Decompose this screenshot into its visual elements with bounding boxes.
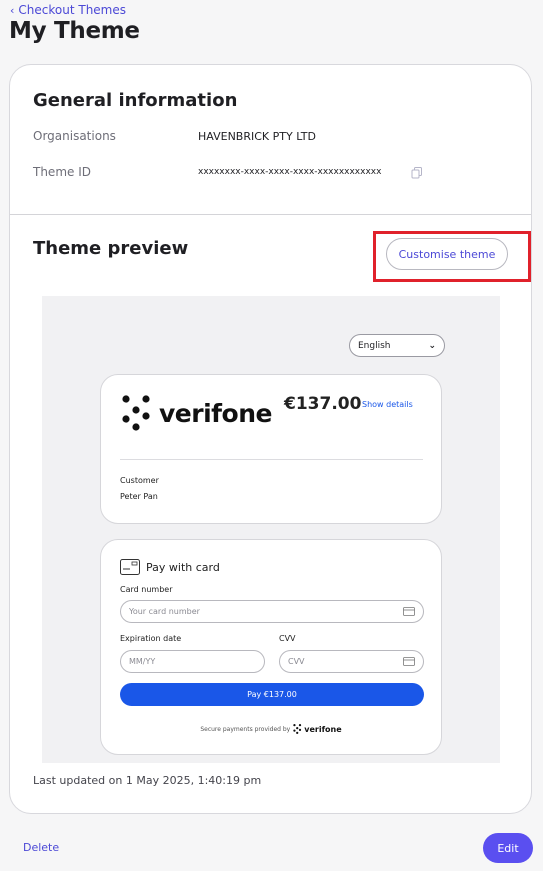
theme-details-card: General information Organisations HAVENB… <box>9 64 532 814</box>
customer-label: Customer <box>120 476 159 485</box>
theme-id-label: Theme ID <box>33 165 91 179</box>
order-amount: €137.00 <box>284 394 362 414</box>
back-to-checkout-themes-link[interactable]: ‹ Checkout Themes <box>10 3 126 17</box>
customer-name: Peter Pan <box>120 492 158 501</box>
theme-preview-heading: Theme preview <box>33 238 189 259</box>
organisations-value: HAVENBRICK PTY LTD <box>198 130 316 143</box>
pay-with-card-header: Pay with card <box>120 559 220 575</box>
language-select[interactable]: English ⌄ <box>349 334 445 357</box>
cvv-placeholder: CVV <box>288 657 305 666</box>
cvv-label: CVV <box>279 634 296 643</box>
order-summary-card: verifone €137.00 Show details Customer P… <box>100 374 442 524</box>
delete-button[interactable]: Delete <box>23 841 59 854</box>
general-information-heading: General information <box>33 90 238 111</box>
card-number-input[interactable]: Your card number <box>120 600 424 623</box>
last-updated-text: Last updated on 1 May 2025, 1:40:19 pm <box>33 774 262 787</box>
expiration-date-label: Expiration date <box>120 634 182 643</box>
expiration-date-input[interactable]: MM/YY <box>120 650 265 673</box>
payment-card: Pay with card Card number Your card numb… <box>100 539 442 755</box>
secure-payments-footer: Secure payments provided by verifone <box>101 724 441 734</box>
organisations-label: Organisations <box>33 129 116 143</box>
customise-theme-button[interactable]: Customise theme <box>386 238 508 270</box>
cvv-input[interactable]: CVV <box>279 650 424 673</box>
show-details-link[interactable]: Show details <box>362 400 413 409</box>
verifone-mark-icon <box>122 395 150 431</box>
theme-id-value: xxxxxxxx-xxxx-xxxx-xxxx-xxxxxxxxxxxx <box>198 167 382 177</box>
card-icon <box>403 607 415 616</box>
expiration-placeholder: MM/YY <box>129 657 156 666</box>
verifone-mini-wordmark: verifone <box>304 724 342 734</box>
cvv-card-icon <box>403 657 415 666</box>
back-link-label: Checkout Themes <box>18 3 127 17</box>
pay-button[interactable]: Pay €137.00 <box>120 683 424 706</box>
credit-card-icon <box>120 559 140 575</box>
verifone-mini-logo: verifone <box>293 724 342 734</box>
section-divider <box>10 214 531 215</box>
language-select-value: English <box>358 340 391 351</box>
card-number-placeholder: Your card number <box>129 607 200 616</box>
page-title: My Theme <box>9 18 140 44</box>
verifone-logo: verifone <box>121 395 272 431</box>
card-number-label: Card number <box>120 585 173 594</box>
pay-with-card-title: Pay with card <box>146 560 220 574</box>
verifone-mini-mark-icon <box>293 724 302 734</box>
copy-icon[interactable] <box>411 167 423 179</box>
edit-button[interactable]: Edit <box>483 833 533 863</box>
chevron-left-icon: ‹ <box>10 3 15 17</box>
verifone-wordmark: verifone <box>159 398 272 428</box>
checkout-preview: English ⌄ verifone €137.00 Show details … <box>42 296 500 763</box>
order-card-divider <box>120 459 423 460</box>
secure-payments-text: Secure payments provided by <box>200 725 291 733</box>
chevron-down-icon: ⌄ <box>428 340 436 351</box>
